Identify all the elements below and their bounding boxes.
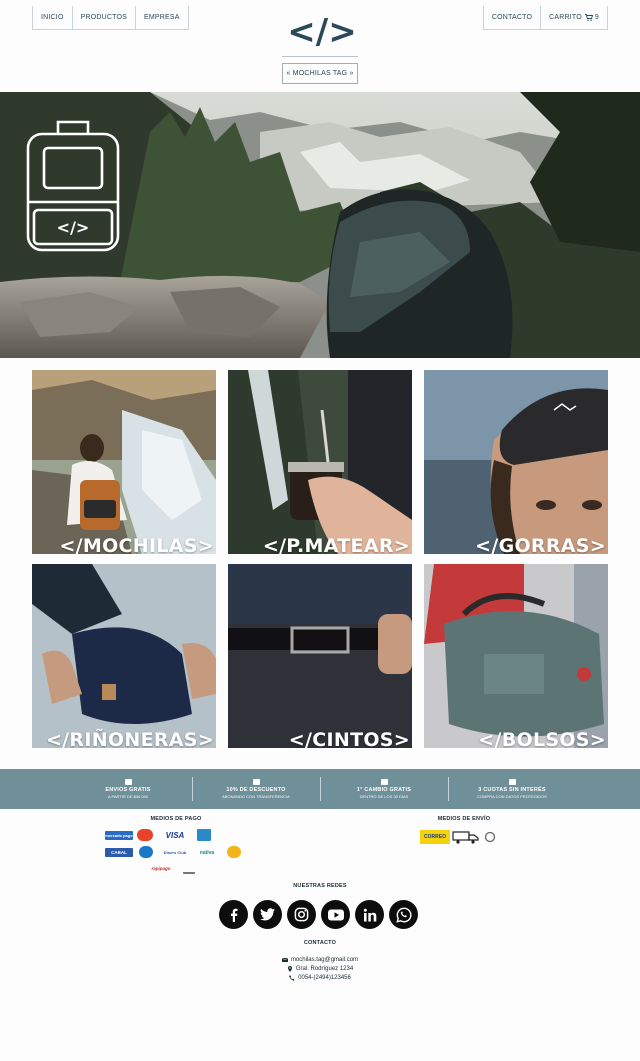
benefit-subtitle: COMPRA CON DATOS PROTEGIDOS [477,794,547,799]
benefit-discount: 10% DE DESCUENTO ABONANDO CON TRANSFEREN… [192,775,320,803]
social-title: NUESTRAS REDES [293,883,347,889]
category-label: </RIÑONERAS> [45,729,214,748]
contact-phone-text: 0054-(2494)123456 [298,974,351,981]
facebook-icon[interactable] [219,900,248,929]
category-matear[interactable]: </P.MATEAR> [228,370,412,554]
category-bolsos[interactable]: </BOLSOS> [424,564,608,748]
top-nav-right: CONTACTO CARRITO 9 [482,6,608,30]
contact-address: Gral. Rodríguez 1234 [250,964,390,973]
category-label: </MOCHILAS> [59,535,214,554]
nav-carrito[interactable]: CARRITO 9 [541,6,607,29]
benefit-title: ENVIOS GRATIS [105,787,151,793]
category-cintos[interactable]: </CINTOS> [228,564,412,748]
linkedin-icon[interactable] [355,900,384,929]
category-image [228,564,412,748]
hero-badge-text: </> [57,218,90,237]
whatsapp-icon[interactable] [389,900,418,929]
payment-logo: maestro [139,846,153,858]
cart-label: CARRITO [549,14,582,21]
shipping-logo-correo: CORREO [420,830,450,844]
cart-icon [584,14,593,21]
payment-logo: banco [183,862,195,874]
category-label: </P.MATEAR> [262,535,410,554]
pickup-icon [484,831,496,843]
payment-logo: nativa [199,849,215,856]
benefit-title: 10% DE DESCUENTO [226,787,286,793]
benefit-free-shipping: ENVIOS GRATIS A PARTIR DE $30.000 [64,775,192,803]
instagram-icon[interactable] [287,900,316,929]
contact-phone[interactable]: 0054-(2494)123456 [250,973,390,982]
payments-title: MEDIOS DE PAGO [150,816,202,822]
benefit-exchange: 1° CAMBIO GRATIS DENTRO DE LOS 30 DÍAS [320,775,448,803]
top-nav-left: INICIO PRODUCTOS EMPRESA [32,6,189,30]
payment-logo: mercado pago [105,831,133,840]
benefit-subtitle: DENTRO DE LOS 30 DÍAS [359,794,409,799]
phone-icon [289,974,295,981]
nav-inicio[interactable]: INICIO [33,6,73,29]
nav-empresa[interactable]: EMPRESA [136,6,188,29]
category-image [32,564,216,748]
tag-icon [252,779,260,785]
category-image [424,564,608,748]
nav-contacto[interactable]: CONTACTO [484,6,542,29]
shipping-methods: CORREO [420,828,508,846]
truck-icon [452,831,479,844]
contact-title: CONTACTO [303,940,337,946]
category-rinoneras[interactable]: </RIÑONERAS> [32,564,216,748]
category-label: </CINTOS> [288,729,410,748]
payment-logo: argencard [227,846,241,858]
contact-email[interactable]: mochilas.tag@gmail.com [250,955,390,964]
category-mochilas[interactable]: </MOCHILAS> [32,370,216,554]
category-gorras[interactable]: </GORRAS> [424,370,608,554]
benefit-subtitle: A PARTIR DE $30.000 [107,794,149,799]
payment-logo: VISA [165,831,185,840]
benefit-installments: 3 CUOTAS SIN INTERÉS COMPRA CON DATOS PR… [448,775,576,803]
hero-banner: </> [0,92,640,358]
gift-icon [124,779,132,785]
contact-info: mochilas.tag@gmail.com Gral. Rodríguez 1… [250,955,390,982]
youtube-icon[interactable] [321,900,350,929]
category-image [424,370,608,554]
benefit-title: 3 CUOTAS SIN INTERÉS [478,787,546,793]
mail-icon [281,957,288,962]
contact-address-text: Gral. Rodríguez 1234 [295,965,354,972]
payment-logo: mastercard [137,829,153,841]
twitter-icon[interactable] [253,900,282,929]
card-icon [508,779,516,785]
category-label: </GORRAS> [475,535,606,554]
location-pin-icon [287,965,292,972]
category-image [32,370,216,554]
benefits-bar: ENVIOS GRATIS A PARTIR DE $30.000 10% DE… [0,769,640,809]
truck-icon [380,779,388,785]
payment-logo: naranja [223,828,239,842]
category-image [228,370,412,554]
nav-productos[interactable]: PRODUCTOS [73,6,136,29]
contact-email-text: mochilas.tag@gmail.com [290,956,359,963]
logo-divider [282,56,358,57]
payment-logo: Diners Club [163,850,187,855]
shipping-title: MEDIOS DE ENVÍO [437,816,491,822]
payment-logo: CABAL [105,848,133,857]
payment-logo: rapipago [151,866,171,871]
category-label: </BOLSOS> [478,729,606,748]
social-links [219,900,418,929]
benefit-title: 1° CAMBIO GRATIS [356,787,412,793]
payment-methods: mercado pago mastercard VISA amex naranj… [103,828,249,876]
site-logo[interactable]: </> [286,14,358,48]
logo-text: </> [287,14,356,48]
brand-button[interactable]: « MOCHILAS TAG » [282,63,358,84]
cart-count: 9 [594,14,599,21]
payment-logo: amex [197,829,211,841]
hero-image: </> [0,92,640,358]
benefit-subtitle: ABONANDO CON TRANSFERENCIA [222,794,290,799]
